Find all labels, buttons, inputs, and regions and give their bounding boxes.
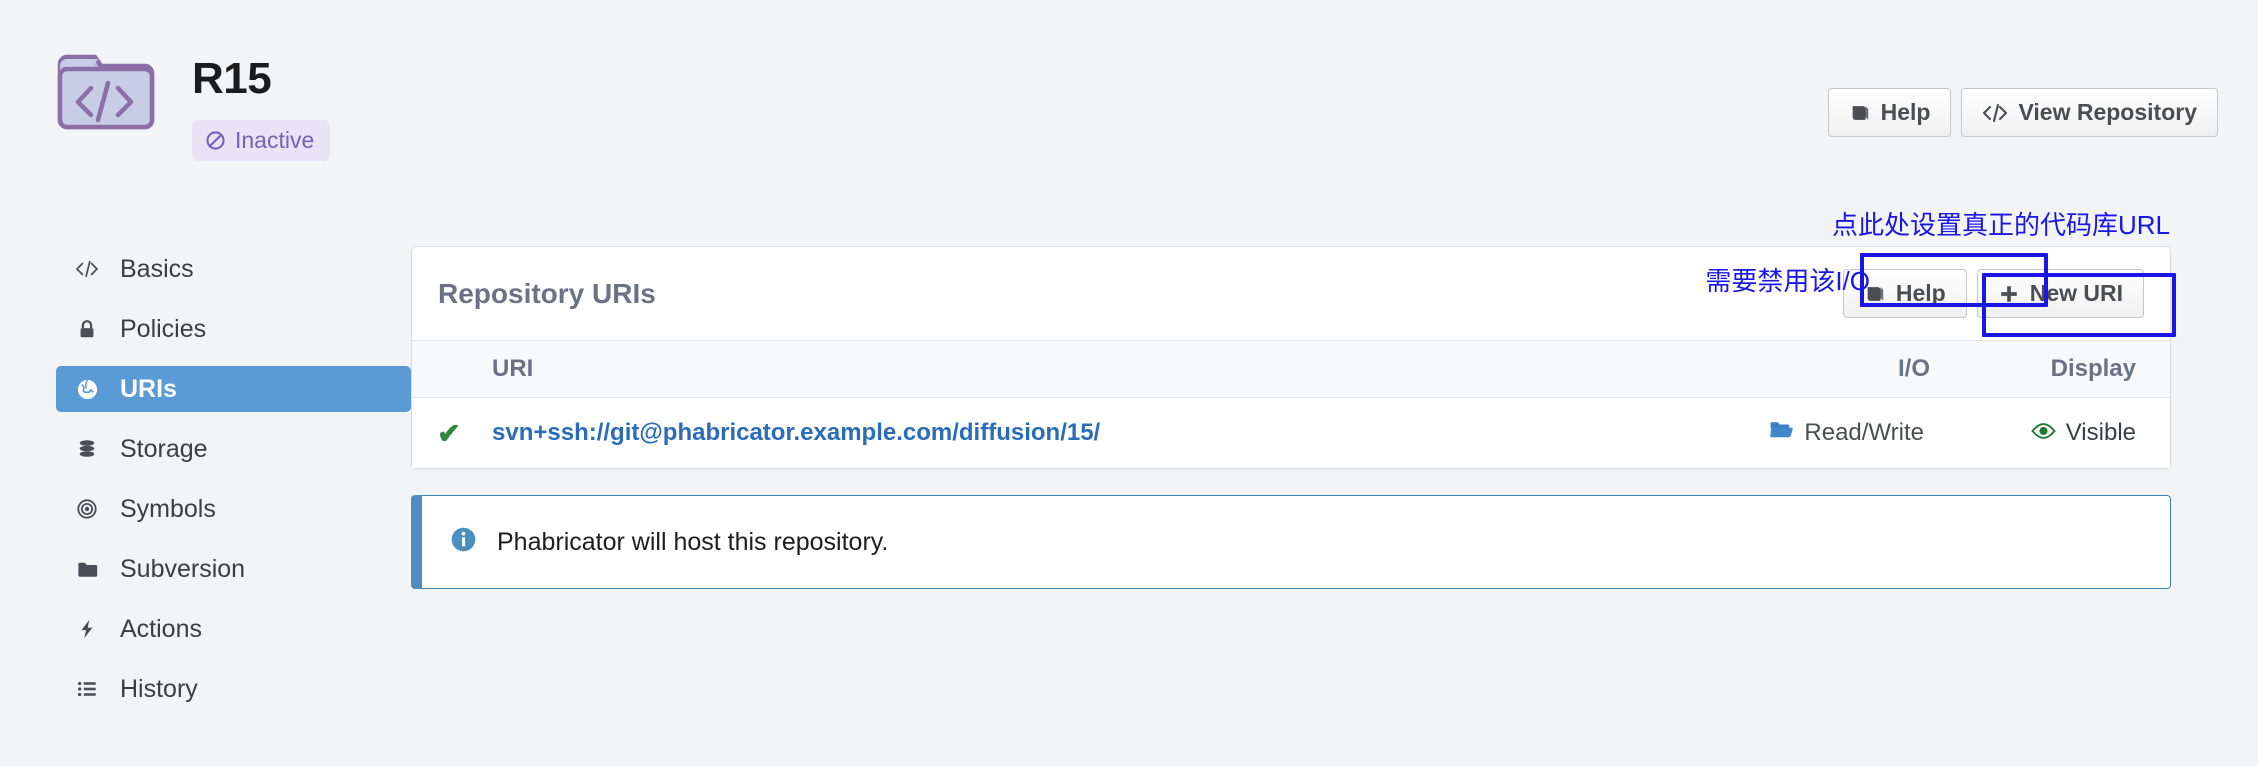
book-icon [1864, 283, 1886, 305]
sidebar-item-uris[interactable]: URIs [56, 366, 411, 412]
status-badge-label: Inactive [235, 127, 315, 154]
visible-status[interactable]: Visible [2030, 419, 2136, 447]
body-wrap: Basics Policies URIs Storage Symbols Sub… [0, 200, 2258, 726]
visible-status-label: Visible [2065, 419, 2136, 447]
check-icon: ✔ [437, 417, 461, 449]
header-actions: Help View Repository [1827, 42, 2218, 138]
column-header-uri: URI [486, 340, 1606, 399]
sidebar-item-subversion[interactable]: Subversion [56, 546, 411, 592]
hosting-notice-text: Phabricator will host this repository. [497, 527, 889, 556]
row-io-cell: 需要禁用该I/O Read/Write [1605, 253, 2048, 469]
help-button[interactable]: Help [1827, 88, 1952, 138]
open-folder-icon [1769, 419, 1794, 447]
sidebar-item-history[interactable]: History [56, 666, 411, 712]
table-header-row: URI I/O Display [412, 340, 2170, 399]
hosting-notice: Phabricator will host this repository. [411, 495, 2171, 590]
row-uri-cell: svn+ssh://git@phabricator.example.com/di… [486, 397, 1606, 469]
sidebar-item-label: Storage [120, 434, 208, 463]
sidebar-item-label: Subversion [120, 554, 246, 583]
read-write-button[interactable]: Read/Write [1763, 416, 1930, 450]
uri-link[interactable]: svn+ssh://git@phabricator.example.com/di… [492, 419, 1100, 446]
info-circle-icon [450, 526, 477, 558]
column-header-io: I/O [1605, 340, 1940, 399]
uri-table-body: ✔ svn+ssh://git@phabricator.example.com/… [412, 253, 2170, 469]
new-uri-button-label: New URI [2029, 280, 2123, 306]
folder-icon [74, 558, 100, 581]
book-icon [1849, 102, 1871, 124]
bolt-icon [74, 618, 100, 640]
database-icon [74, 438, 100, 460]
sidebar-item-label: Basics [120, 254, 194, 283]
help-button-label: Help [1880, 99, 1931, 125]
view-repository-button-label: View Repository [2018, 99, 2197, 125]
panel-help-button[interactable]: Help [1842, 269, 1967, 319]
column-header-status [412, 340, 486, 399]
lock-icon [74, 318, 100, 340]
page-title: R15 [192, 54, 272, 103]
code-brackets-icon [1982, 102, 2008, 124]
sidebar-item-label: Actions [120, 614, 202, 643]
table-row: ✔ svn+ssh://git@phabricator.example.com/… [412, 253, 2170, 469]
sidebar-item-label: History [120, 674, 198, 703]
sidebar-item-label: Policies [120, 314, 207, 343]
repository-uris-panel: Repository URIs Help New URI 点此处设置真正的代码库… [411, 210, 2176, 470]
globe-icon [74, 378, 100, 401]
read-write-button-label: Read/Write [1804, 419, 1924, 447]
header-titles: R15 Inactive [192, 42, 331, 162]
sidebar-item-basics[interactable]: Basics [56, 246, 411, 292]
status-badge: Inactive [192, 120, 331, 162]
repository-folder-code-icon [56, 50, 156, 134]
uri-table-head: URI I/O Display [412, 340, 2170, 399]
column-header-display: Display [1940, 340, 2170, 399]
panel-header-actions: Help New URI 点此处设置真正的代码库URL [1832, 210, 2176, 337]
row-status-cell: ✔ [412, 397, 486, 469]
ban-icon [205, 130, 226, 151]
main-content: Repository URIs Help New URI 点此处设置真正的代码库… [411, 200, 2176, 590]
plus-icon [1998, 283, 2020, 305]
row-display-cell: Visible [1940, 397, 2170, 469]
sidebar: Basics Policies URIs Storage Symbols Sub… [56, 200, 411, 726]
annotation-new-uri-text: 点此处设置真正的代码库URL [1831, 210, 2170, 240]
eye-icon [2030, 419, 2056, 447]
sidebar-item-actions[interactable]: Actions [56, 606, 411, 652]
list-icon [74, 678, 100, 700]
new-uri-button[interactable]: New URI [1976, 269, 2144, 319]
panel-header: Repository URIs Help New URI 点此处设置真正的代码库… [412, 210, 2176, 340]
code-brackets-icon [74, 259, 100, 279]
page-header: R15 Inactive Help View Repository [0, 0, 2258, 200]
target-icon [74, 498, 100, 520]
sidebar-item-symbols[interactable]: Symbols [56, 486, 411, 532]
uri-table: URI I/O Display ✔ svn+ssh://git@phabrica… [412, 253, 2170, 469]
panel-title: Repository URIs [438, 277, 656, 309]
sidebar-item-label: Symbols [120, 494, 216, 523]
sidebar-item-policies[interactable]: Policies [56, 306, 411, 352]
sidebar-item-storage[interactable]: Storage [56, 426, 411, 472]
view-repository-button[interactable]: View Repository [1961, 88, 2218, 138]
sidebar-item-label: URIs [120, 374, 177, 403]
panel-help-button-label: Help [1895, 280, 1946, 306]
io-cell-inner: 需要禁用该I/O Read/Write [1705, 253, 2048, 450]
